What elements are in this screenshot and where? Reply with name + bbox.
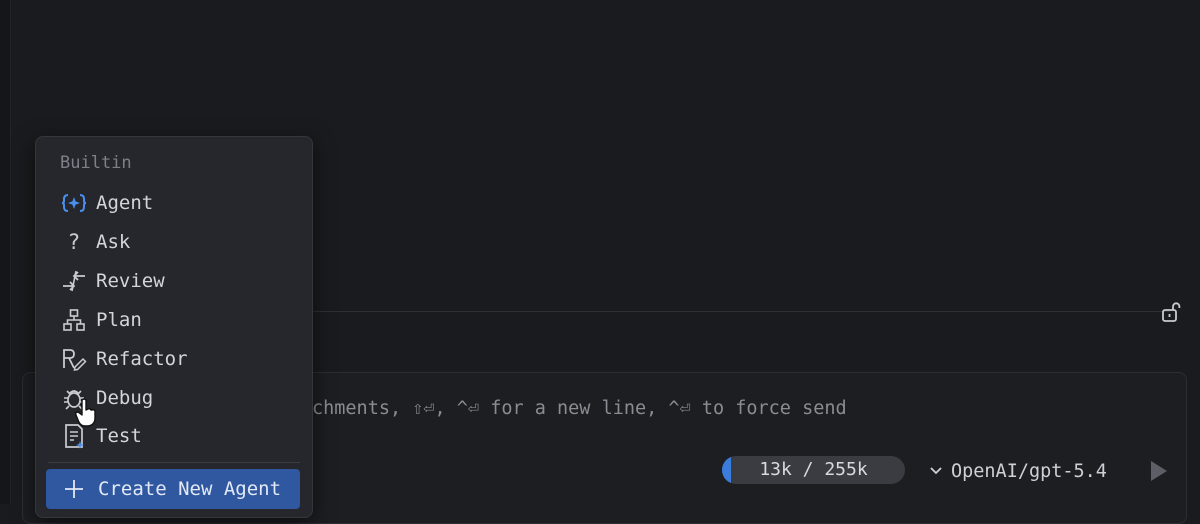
menu-item-review[interactable]: Review [46,263,302,299]
menu-item-ask[interactable]: ? Ask [46,224,302,260]
menu-item-label: Refactor [96,348,188,370]
send-icon[interactable] [1146,459,1170,483]
menu-item-label: Test [96,425,142,447]
left-panel-edge [0,0,11,504]
menu-item-label: Plan [96,309,142,331]
menu-item-label: Review [96,270,165,292]
menu-section-header: Builtin [60,153,132,173]
section-divider [300,311,1170,312]
context-usage-indicator: 13k / 255k [722,456,905,484]
menu-item-plan[interactable]: Plan [46,302,302,338]
menu-item-refactor[interactable]: Refactor [46,341,302,377]
menu-item-label: Ask [96,231,131,253]
review-arrows-icon [60,268,88,294]
unlock-icon[interactable] [1161,301,1181,323]
plus-icon [62,477,86,501]
menu-item-label: Agent [96,192,154,214]
agent-mode-menu: Builtin Agent ? Ask Review Plan Refactor… [35,136,313,518]
create-new-agent-button[interactable]: Create New Agent [46,469,300,509]
hand-pointer-cursor-icon [75,398,96,427]
menu-divider [48,462,300,463]
menu-item-label: Debug [96,387,154,409]
create-new-agent-label: Create New Agent [98,478,282,500]
question-icon: ? [67,230,81,254]
plan-hierarchy-icon [60,307,88,333]
model-selector[interactable]: OpenAI/gpt-5.4 [929,457,1107,485]
chevron-down-icon [930,467,942,475]
chat-input-placeholder: chments, ⇧⏎, ^⏎ for a new line, ^⏎ to fo… [312,398,847,419]
context-usage-label: 13k / 255k [759,459,868,480]
menu-item-agent[interactable]: Agent [46,185,302,221]
refactor-icon [60,346,88,372]
model-selector-label: OpenAI/gpt-5.4 [951,460,1107,482]
agent-icon [60,190,88,216]
